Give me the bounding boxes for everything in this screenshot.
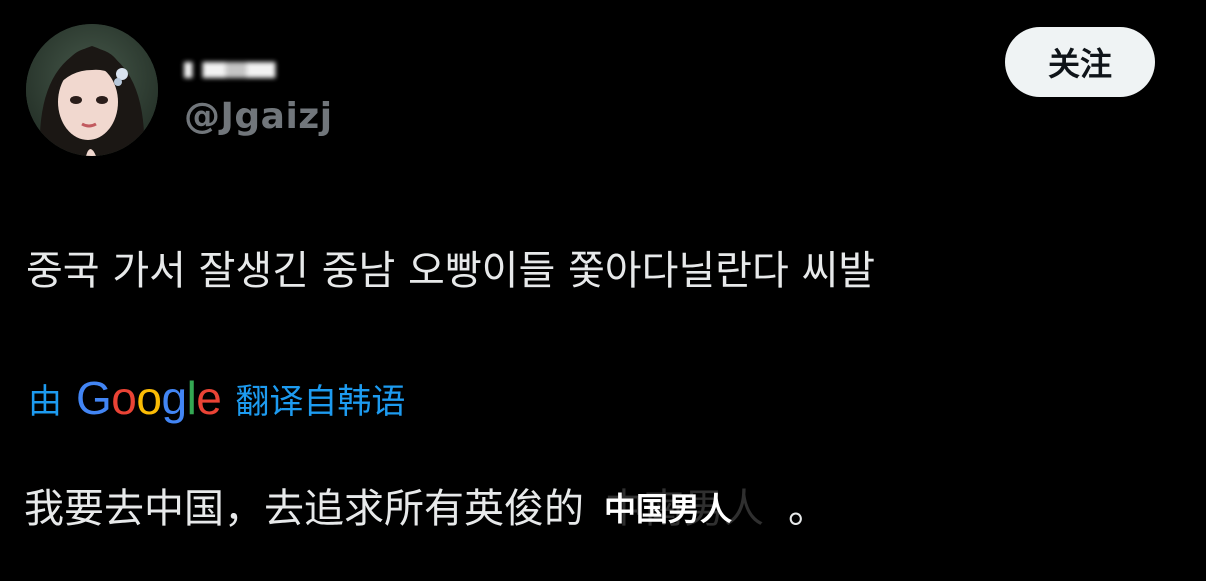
avatar[interactable] — [26, 24, 158, 156]
translation-attribution[interactable]: 由 Google 翻译自韩语 — [28, 370, 405, 426]
edited-word: 中南男人 中国男人 — [584, 476, 784, 534]
follow-button[interactable]: 关注 — [1005, 27, 1155, 97]
google-logo: Google — [76, 371, 222, 425]
google-letter: o — [111, 372, 137, 424]
avatar-image — [26, 24, 158, 156]
google-letter: g — [161, 372, 187, 424]
overlay-label: 中国男人 — [604, 490, 733, 528]
post-text: 중국 가서 잘생긴 중남 오빵이들 쫓아다닐란다 씨발 — [26, 248, 876, 294]
redaction-blur — [184, 62, 288, 78]
user-handle[interactable]: @Jgaizj — [184, 96, 333, 137]
translation-prefix: 由 — [28, 381, 62, 422]
google-letter: e — [196, 372, 222, 424]
translated-text-start: 我要去中国，去追求所有英俊的 — [24, 486, 584, 532]
translation-source-label: 翻译自韩语 — [235, 381, 406, 422]
translated-text: 我要去中国，去追求所有英俊的 中南男人 中国男人。 — [24, 476, 828, 534]
display-name-redacted[interactable] — [184, 50, 294, 78]
google-letter: l — [186, 372, 197, 424]
google-letter: G — [76, 372, 112, 424]
translated-text-end: 。 — [788, 486, 828, 532]
google-letter: o — [136, 372, 162, 424]
